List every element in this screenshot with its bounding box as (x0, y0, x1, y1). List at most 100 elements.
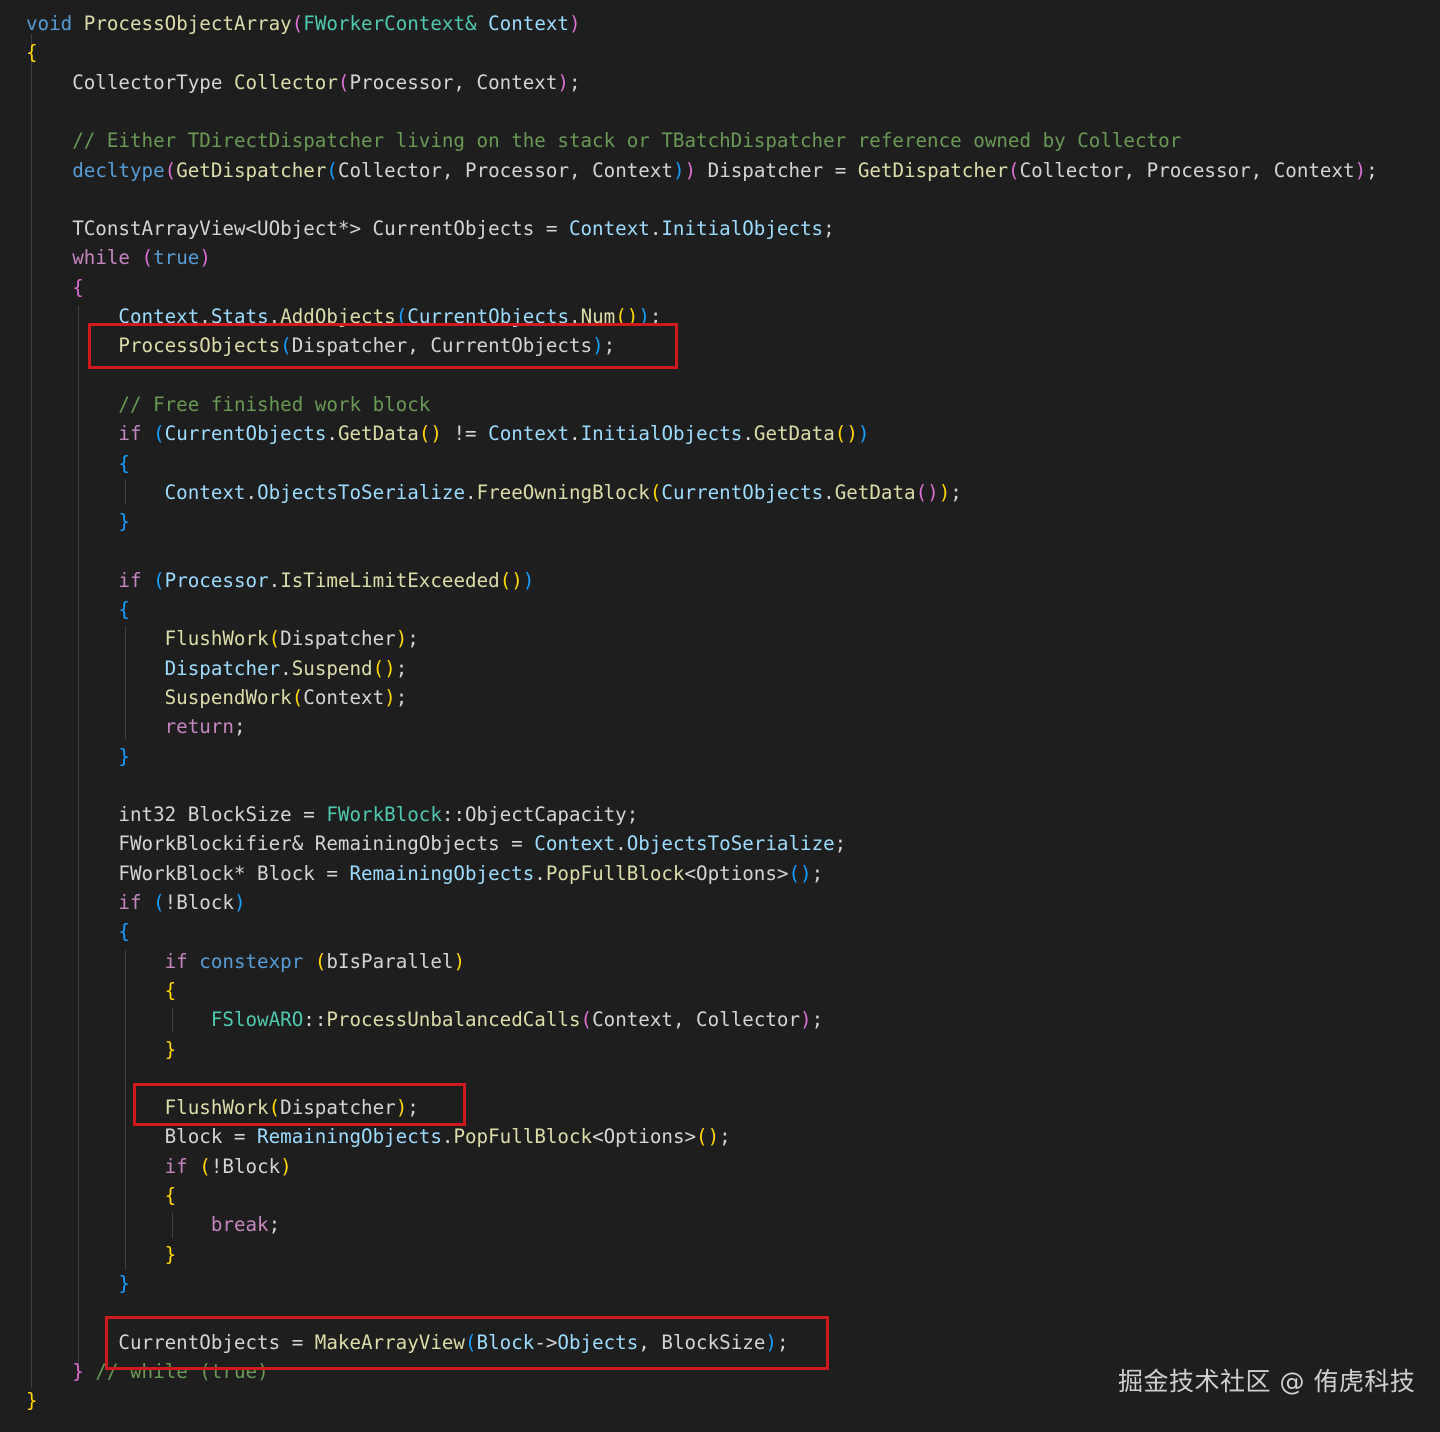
code-token: TConstArrayView<UObject*> CurrentObjects… (26, 217, 569, 241)
code-line: { (26, 1181, 177, 1210)
code-token: { (164, 978, 177, 1002)
code-token: Context (568, 217, 650, 241)
code-token: ( (649, 480, 662, 504)
code-token: } (164, 1242, 177, 1266)
code-token: int32 BlockSize = (26, 803, 327, 827)
code-token: } (118, 744, 130, 768)
code-token: ( (164, 158, 177, 182)
code-token: InitialObjects (580, 422, 743, 446)
code-token: () (788, 861, 812, 885)
code-line: } (26, 507, 130, 536)
code-token: RemainingObjects (257, 1125, 442, 1149)
code-line: TConstArrayView<UObject*> CurrentObjects… (26, 214, 834, 243)
code-token: ) (672, 158, 685, 182)
code-token: while (72, 246, 130, 270)
code-token: ; (407, 627, 419, 651)
code-token: { (118, 920, 130, 944)
code-token: ; (811, 1008, 824, 1032)
code-token: GetData (834, 480, 916, 504)
code-token: GetData (337, 422, 419, 446)
code-token: FWorkBlock (326, 803, 442, 827)
code-token: CollectorType (26, 70, 234, 94)
code-token: void (26, 12, 73, 35)
code-token: GetData (753, 422, 835, 446)
code-token: . (534, 861, 546, 885)
code-line: if (!Block) (26, 1152, 292, 1181)
code-token: ) (857, 422, 870, 446)
code-token: ; (233, 715, 246, 739)
code-token: ( (199, 1154, 211, 1178)
code-line: if constexpr (bIsParallel) (26, 947, 465, 976)
code-line: if (!Block) (26, 888, 245, 917)
code-token: ObjectsToSerialize (257, 480, 465, 504)
code-token: Context, Collector (592, 1008, 801, 1032)
code-token: ) (199, 246, 211, 270)
code-token: SuspendWork (164, 685, 292, 709)
code-token: if (118, 422, 142, 446)
highlight-box (88, 323, 678, 369)
code-token: ) (384, 685, 396, 709)
code-token: . (441, 1125, 454, 1149)
code-token: Dispatcher (164, 656, 281, 680)
code-token: FSlowARO (210, 1008, 304, 1032)
code-token: ( (291, 12, 304, 35)
code-line: Dispatcher.Suspend(); (26, 654, 408, 683)
code-token: } (118, 1271, 130, 1295)
code-token: <Options> (684, 861, 789, 885)
code-token: } (118, 510, 130, 534)
code-line: { (26, 595, 130, 624)
code-token: break (210, 1213, 269, 1237)
code-line: // Either TDirectDispatcher living on th… (26, 126, 1181, 155)
code-token: () (418, 422, 442, 446)
code-token: ; (1366, 158, 1378, 182)
code-token: ) (684, 158, 697, 182)
code-token: constexpr (199, 949, 304, 973)
code-token: ( (314, 949, 327, 973)
code-line: } (26, 1240, 177, 1269)
code-token: FlushWork (164, 627, 269, 651)
code-token: Collector (233, 70, 338, 94)
highlight-box (105, 1316, 829, 1370)
code-line: break; (26, 1210, 280, 1239)
code-token: GetDispatcher (857, 158, 1009, 182)
code-token: GetDispatcher (176, 158, 327, 182)
code-token: ) (569, 12, 581, 35)
code-token: () (915, 480, 939, 504)
code-token: } (164, 1037, 177, 1061)
code-token: ) (280, 1154, 292, 1178)
code-token: } (26, 1389, 38, 1413)
code-token: ( (326, 158, 338, 182)
code-line: { (26, 976, 177, 1005)
code-token: Processor (164, 568, 269, 592)
code-token: PopFullBlock (453, 1125, 593, 1149)
code-token: Context (534, 832, 616, 856)
code-token: ( (141, 246, 154, 270)
code-token: ( (1008, 158, 1020, 182)
code-token: ObjectsToSerialize (626, 832, 835, 856)
code-line: FlushWork(Dispatcher); (26, 624, 419, 653)
code-token: ProcessUnbalancedCalls (326, 1008, 581, 1032)
code-line: while (true) (26, 243, 211, 272)
code-token: Suspend (291, 656, 373, 680)
code-line: } (26, 742, 130, 771)
code-line: { (26, 449, 130, 478)
code-line: FWorkBlockifier& RemainingObjects = Cont… (26, 829, 846, 858)
code-token: ; (268, 1213, 281, 1237)
code-editor[interactable]: void ProcessObjectArray(FWorkerContext& … (0, 0, 1440, 1432)
code-token: ( (580, 1008, 593, 1032)
code-token: CurrentObjects (661, 480, 824, 504)
